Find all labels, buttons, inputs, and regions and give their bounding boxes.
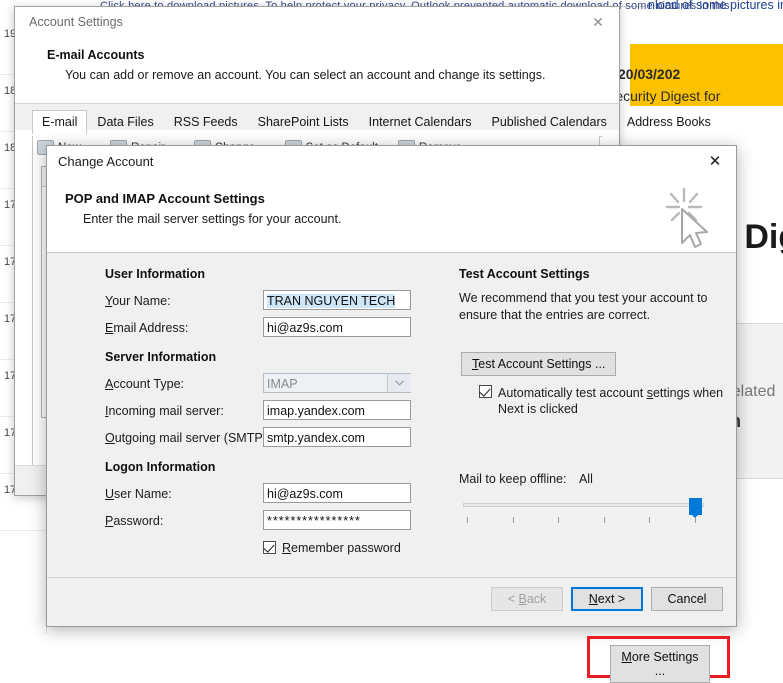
button-next[interactable]: Next >	[571, 587, 643, 611]
close-icon[interactable]: ✕	[585, 12, 611, 32]
test-account-settings-button[interactable]: Test Account Settings ...	[461, 352, 616, 376]
remember-password-label: Remember password	[282, 541, 401, 555]
slider-tick	[695, 517, 696, 523]
close-icon[interactable]: ✕	[702, 151, 728, 173]
password-input[interactable]: ****************	[263, 510, 411, 530]
reading-pane-notice: nload of some pictures in thi	[648, 0, 783, 12]
chevron-down-icon[interactable]	[387, 374, 411, 392]
field-incoming-mail-server: Incoming mail server: imap.yandex.com	[105, 400, 425, 427]
outgoing-mail-server-input[interactable]: smtp.yandex.com	[263, 427, 411, 447]
password-label: Password:	[105, 514, 163, 528]
incoming-mail-server-label: Incoming mail server:	[105, 404, 224, 418]
server-information-fields: Incoming mail server: imap.yandex.com Outg…	[105, 400, 425, 454]
mail-offline-label: Mail to keep offline:	[459, 472, 566, 486]
mail-offline-block: Mail to keep offline: All	[459, 472, 709, 521]
mail-offline-slider[interactable]	[459, 495, 709, 521]
slider-tick	[604, 517, 605, 523]
group-server-information: Server Information	[105, 350, 425, 364]
dialog-subheading: Enter the mail server settings for your …	[83, 212, 341, 226]
email-address-input[interactable]: hi@az9s.com	[263, 317, 411, 337]
slider-tick	[558, 517, 559, 523]
logon-information-fields: User Name: hi@az9s.com Password: **********…	[105, 483, 425, 537]
group-user-information: User Information	[105, 267, 425, 281]
banner-prefix: Security Digest for	[606, 88, 720, 104]
incoming-mail-server-input[interactable]: imap.yandex.com	[263, 400, 411, 420]
group-test-account-settings: Test Account Settings	[459, 267, 709, 281]
more-settings-button[interactable]: More Settings ...	[610, 645, 710, 683]
button-back: < Back	[491, 587, 563, 611]
change-account-titlebar: Change Account ✕	[47, 146, 736, 179]
user-name-label: User Name:	[105, 487, 172, 501]
remember-password-checkbox[interactable]	[263, 541, 276, 554]
slider-thumb[interactable]	[689, 498, 702, 515]
account-settings-header: E-mail Accounts You can add or remove an…	[15, 37, 619, 104]
change-account-header: POP and IMAP Account Settings Enter the …	[47, 179, 736, 253]
account-settings-tabs[interactable]: E-mailData FilesRSS FeedsSharePoint List…	[32, 110, 721, 134]
field-outgoing-mail-server: Outgoing mail server (SMTP):smtp.yandex.…	[105, 427, 425, 454]
slider-track[interactable]	[463, 503, 704, 507]
field-user-name: User Name: hi@az9s.com	[105, 483, 425, 510]
banner-date: 20/03/202	[618, 66, 680, 82]
account-settings-title: Account Settings	[29, 15, 123, 29]
button-cancel[interactable]: Cancel	[651, 587, 723, 611]
dialog-heading: POP and IMAP Account Settings	[65, 191, 265, 206]
field-your-name: Your Name: TRAN NGUYEN TECH	[105, 290, 425, 317]
change-account-footer: < Back Next > Cancel	[47, 577, 736, 626]
email-address-label: Email Address:	[105, 321, 188, 335]
outgoing-mail-server-label: Outgoing mail server (SMTP):	[105, 431, 270, 445]
your-name-label: Your Name:	[105, 294, 171, 308]
your-name-selected-text: TRAN NGUYEN TECH	[267, 294, 395, 308]
tab-e-mail[interactable]: E-mail	[32, 110, 87, 134]
tab-internet-calendars[interactable]: Internet Calendars	[359, 110, 482, 134]
slider-tick	[467, 517, 468, 523]
security-digest-banner: Security Digest for 20/03/202	[630, 44, 783, 106]
user-name-input[interactable]: hi@az9s.com	[263, 483, 411, 503]
change-account-title: Change Account	[58, 154, 153, 169]
tab-data-files[interactable]: Data Files	[87, 110, 163, 134]
page-title: E-mail Accounts	[47, 48, 144, 62]
page-description: You can add or remove an account. You ca…	[65, 68, 545, 82]
test-account-description: We recommend that you test your account …	[459, 290, 709, 324]
your-name-input[interactable]: TRAN NGUYEN TECH	[263, 290, 411, 310]
tab-published-calendars[interactable]: Published Calendars	[482, 110, 617, 134]
footer-buttons[interactable]: < Back Next > Cancel	[491, 587, 723, 611]
field-account-type: Account Type: IMAP	[105, 373, 425, 400]
user-information-fields: Your Name: TRAN NGUYEN TECH Email Address:…	[105, 290, 425, 344]
remember-password-row[interactable]: Remember password	[263, 541, 425, 563]
magic-wand-cursor-icon	[662, 185, 718, 251]
tab-rss-feeds[interactable]: RSS Feeds	[164, 110, 248, 134]
mail-offline-row: Mail to keep offline: All	[459, 472, 709, 486]
more-settings-wrap: More Settings ...	[610, 645, 710, 683]
auto-test-label: Automatically test account settings when…	[498, 385, 750, 417]
change-account-dialog: Change Account ✕ POP and IMAP Account Se…	[46, 145, 737, 627]
mail-offline-value: All	[579, 472, 593, 486]
auto-test-row[interactable]: Automatically test account settings when…	[479, 385, 709, 417]
change-account-content: User Information Your Name: TRAN NGUYEN T…	[47, 253, 736, 578]
group-logon-information: Logon Information	[105, 460, 425, 474]
field-password: Password: ****************	[105, 510, 425, 537]
tab-sharepoint-lists[interactable]: SharePoint Lists	[248, 110, 359, 134]
slider-tick	[649, 517, 650, 523]
account-type-label: Account Type:	[105, 377, 184, 391]
tab-address-books[interactable]: Address Books	[617, 110, 721, 134]
left-column: User Information Your Name: TRAN NGUYEN T…	[105, 267, 425, 609]
auto-test-checkbox[interactable]	[479, 385, 492, 398]
account-settings-titlebar: Account Settings ✕	[15, 7, 619, 37]
field-email-address: Email Address: hi@az9s.com	[105, 317, 425, 344]
slider-tick	[513, 517, 514, 523]
right-column: Test Account Settings We recommend that …	[459, 267, 709, 521]
